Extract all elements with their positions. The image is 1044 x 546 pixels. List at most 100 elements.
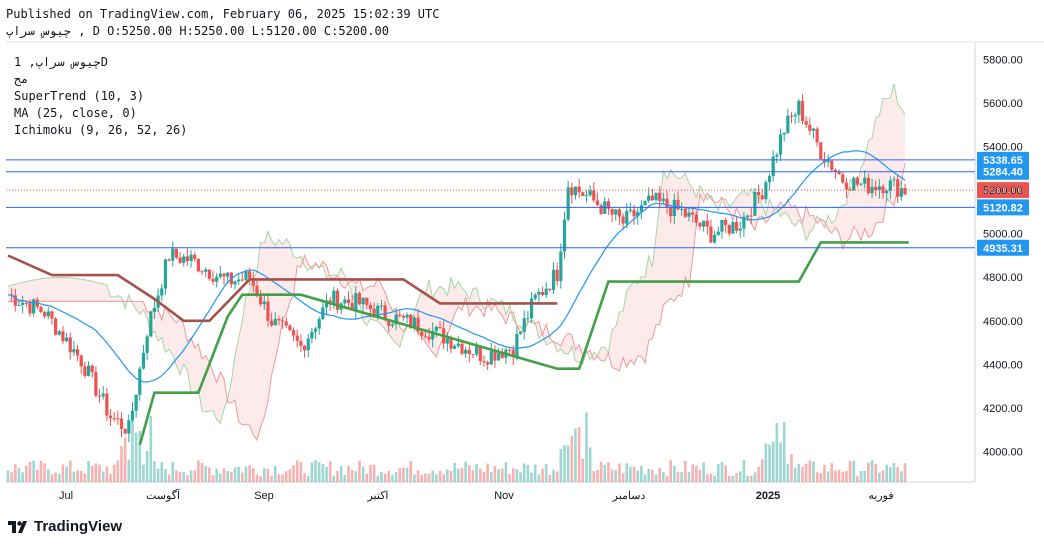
candle-body xyxy=(280,320,285,322)
volume-bar xyxy=(746,475,749,482)
candle-body xyxy=(116,418,120,420)
candle-body xyxy=(753,192,757,216)
volume-bar xyxy=(376,475,380,482)
volume-bar xyxy=(684,460,687,482)
candle-body xyxy=(731,222,735,234)
volume-bar xyxy=(478,468,482,482)
volume-bar xyxy=(588,447,592,482)
candle-body xyxy=(720,219,724,232)
volume-bar xyxy=(262,468,266,482)
volume-bar xyxy=(643,474,647,482)
volume-bar xyxy=(845,471,848,482)
x-tick-label: Nov xyxy=(494,490,514,502)
volume-bar xyxy=(599,461,603,482)
candle-body xyxy=(302,345,307,351)
candle-body xyxy=(518,331,523,334)
volume-bar xyxy=(749,475,753,482)
legend-supertrend[interactable]: SuperTrend (10, 3) xyxy=(14,89,144,103)
volume-bar xyxy=(402,467,405,482)
volume-bar xyxy=(724,465,727,482)
volume-bar xyxy=(79,470,83,482)
volume-bar xyxy=(222,468,226,482)
candle-body xyxy=(134,394,138,411)
price-chart[interactable]: 5338.655284.405120.824935.315200.00 4000… xyxy=(0,0,1044,546)
candle-body xyxy=(522,318,526,332)
candle-body xyxy=(559,251,563,282)
volume-bar xyxy=(640,465,643,482)
volume-bar xyxy=(405,467,409,482)
volume-bar xyxy=(702,462,705,482)
candle-body xyxy=(778,134,783,155)
volume-bar xyxy=(596,469,599,482)
volume-bar xyxy=(219,473,222,482)
volume-bar xyxy=(863,470,867,482)
volume-bar xyxy=(522,463,526,482)
candle-body xyxy=(497,353,501,361)
volume-bar xyxy=(603,464,607,482)
candle-body xyxy=(467,349,471,354)
legend-ma[interactable]: MA (25, close, 0) xyxy=(14,106,137,120)
candle-body xyxy=(866,177,870,194)
candle-body xyxy=(24,302,28,304)
candle-body xyxy=(691,212,695,215)
y-tick-label: 5400.00 xyxy=(983,142,1023,154)
candle-body xyxy=(789,115,794,117)
candle-body xyxy=(123,428,127,434)
candle-body xyxy=(680,208,684,210)
volume-bar xyxy=(438,470,442,482)
candle-body xyxy=(273,318,277,326)
volume-bar xyxy=(566,445,570,482)
candle-body xyxy=(83,366,87,376)
volume-bar xyxy=(629,466,632,482)
volume-bar xyxy=(530,472,533,482)
volume-bar xyxy=(786,463,790,482)
y-tick-label: 5200.00 xyxy=(983,185,1023,197)
candle-body xyxy=(248,271,252,279)
candle-body xyxy=(178,257,182,263)
legend-ichimoku[interactable]: Ichimoku (9, 26, 52, 26) xyxy=(14,123,187,137)
candle-body xyxy=(171,248,175,261)
volume-bar xyxy=(577,427,581,482)
volume-bar xyxy=(182,472,186,482)
y-tick-label: 4800.00 xyxy=(983,272,1023,284)
candle-body xyxy=(346,299,351,303)
candle-body xyxy=(453,346,457,349)
volume-bar xyxy=(6,470,10,482)
volume-bar xyxy=(607,462,610,482)
volume-bar xyxy=(416,470,420,482)
y-tick-label: 5000.00 xyxy=(983,229,1023,241)
volume-bar xyxy=(215,468,218,482)
volume-bar xyxy=(541,468,544,482)
volume-bar xyxy=(797,463,801,482)
candlesticks xyxy=(10,94,907,443)
volume-bar xyxy=(72,471,76,482)
candle-body xyxy=(698,222,702,227)
candle-body xyxy=(724,219,728,226)
volume-bar xyxy=(709,473,713,482)
volume-bar xyxy=(354,471,358,482)
volume-bar xyxy=(768,444,771,482)
candle-body xyxy=(658,192,662,202)
candle-body xyxy=(266,301,270,321)
volume-bar xyxy=(266,468,270,482)
volume-bar xyxy=(760,459,764,482)
candle-body xyxy=(204,269,208,272)
candle-body xyxy=(617,209,622,217)
candle-body xyxy=(233,281,237,285)
tradingview-brand: TradingView xyxy=(8,518,122,535)
legend-exchange: مج xyxy=(14,72,28,86)
x-tick-label: آگوست xyxy=(146,489,181,502)
candle-body xyxy=(105,393,109,416)
volume-bar xyxy=(676,472,680,482)
volume-bar xyxy=(680,472,683,482)
candle-body xyxy=(423,335,427,337)
volume-bar xyxy=(270,475,273,482)
candle-body xyxy=(343,299,347,304)
candle-body xyxy=(573,186,578,196)
volume-bar xyxy=(581,458,585,482)
volume-bar xyxy=(394,471,398,482)
volume-bar xyxy=(464,461,467,482)
volume-bar xyxy=(691,464,694,482)
candle-body xyxy=(544,288,548,295)
candle-body xyxy=(313,328,318,332)
